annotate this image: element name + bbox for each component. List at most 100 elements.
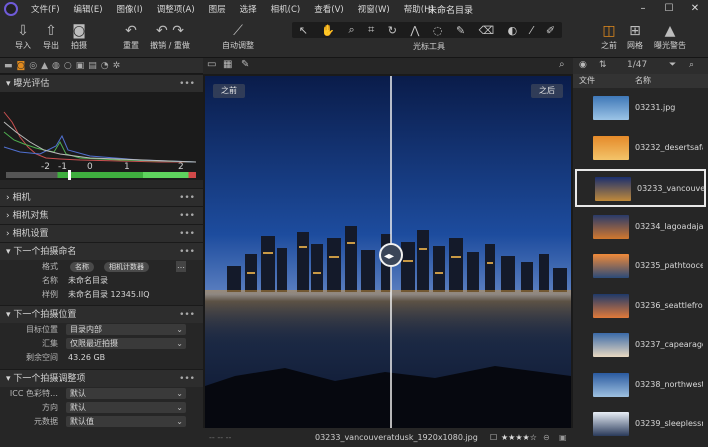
viewer-multi-icon[interactable]: ▦ [223,59,232,70]
thumbnail-item[interactable]: 03233_vancouver [575,169,706,207]
auto-adjust-button[interactable]: ⟋ 自动调整 [220,22,256,51]
thumbnail-item[interactable]: 03239_sleeplessn [575,406,706,444]
color-tab-icon[interactable]: ◍ [52,61,60,71]
more-icon[interactable]: ••• [179,75,195,93]
brush-tool-icon[interactable]: ✎ [456,24,465,37]
crop-tool-icon[interactable]: ⌗ [368,23,374,37]
naming-section-header[interactable]: ▾ 下一个拍摄命名 ••• [0,242,203,260]
menu-edit[interactable]: 编辑(E) [67,3,110,15]
thumbnail-item[interactable]: 03237_capearago [575,327,706,365]
capture-tab-icon[interactable]: ◙ [17,61,26,71]
more-icon[interactable]: ••• [179,370,195,388]
thumbnail-name: 03236_seattlefror [635,300,703,310]
more-icon[interactable]: ••• [179,207,195,225]
camera-settings-section-header[interactable]: › 相机设置 ••• [0,224,203,242]
menu-adjustments[interactable]: 调整项(A) [150,3,202,15]
browser-column-header: 文件 名称 [573,74,708,88]
details-tab-icon[interactable]: ○ [64,61,72,71]
menu-window[interactable]: 视窗(W) [351,3,397,15]
output-tab-icon[interactable]: ◔ [101,61,109,71]
viewer-pen-icon[interactable]: ✎ [241,59,249,70]
exposure-section-header[interactable]: ▾ 曝光评估 ••• [0,74,203,92]
grid-button[interactable]: ⊞ 网格 [618,22,652,51]
menu-layers[interactable]: 图层 [202,3,233,15]
gradient-tool-icon[interactable]: ◐ [508,24,518,37]
menu-camera[interactable]: 相机(C) [264,3,308,15]
orientation-select[interactable]: 默认 ⌄ [66,402,186,413]
filter-icon[interactable]: ⏷ [669,60,676,70]
thumbnail-item[interactable]: 03235_pathtooce [575,248,706,286]
camera-section-header[interactable]: › 相机 ••• [0,188,203,206]
minimize-icon[interactable]: – [630,0,656,18]
adjust-tab-icon[interactable]: ▣ [76,61,85,71]
format-edit-button[interactable]: … [176,261,186,272]
thumbnail-item[interactable]: 03232_desertsafa [575,130,706,168]
color-tag-icon[interactable]: ☐ [490,428,497,447]
adjust-section-header[interactable]: ▾ 下一个拍摄调整项 ••• [0,369,203,387]
more-icon[interactable]: ••• [179,189,195,207]
undo-redo-button[interactable]: ↶ ↷ 撤销 / 重做 [148,22,192,51]
zoom-tool-icon[interactable]: ⌕ [349,23,355,37]
counter-token-chip[interactable]: 相机计数器 [104,262,149,272]
lens-tab-icon[interactable]: ◎ [29,61,37,71]
capture-button[interactable]: ◙ 拍摄 [62,22,96,51]
menu-select[interactable]: 选择 [233,3,264,15]
metadata-tab-icon[interactable]: ▤ [88,61,97,71]
settings-tab-icon[interactable]: ✲ [113,61,121,71]
metadata-row: 元数据 默认值 ⌄ [0,415,203,429]
spot-tool-icon[interactable]: ◌ [433,24,443,37]
thumbnail-image [593,293,629,318]
viewer-search-icon[interactable]: ⌕ [559,59,565,70]
target-select[interactable]: 目录内部 ⌄ [66,324,186,335]
image-viewer[interactable]: ◂▸ 之前 之后 [205,76,571,428]
eraser-tool-icon[interactable]: ⌫ [479,24,495,37]
name-value-input[interactable]: 未命名目录 [68,274,108,288]
info-icon[interactable]: ▣ [559,428,567,447]
menu-image[interactable]: 图像(I) [110,3,150,15]
exposure-tab-icon[interactable]: ▲ [41,61,48,71]
thumbnail-image [593,254,629,278]
camera-focus-section-header[interactable]: › 相机对焦 ••• [0,206,203,224]
reject-icon[interactable]: ⊖ [543,428,550,447]
pointer-tool-icon[interactable]: ↖ [299,24,308,37]
grid-label: 网格 [627,41,643,50]
thumbnail-item[interactable]: 03234_lagoadaja [575,209,706,247]
eye-icon[interactable]: ◉ [579,60,587,70]
name-token-chip[interactable]: 名称 [70,262,94,272]
location-section-header[interactable]: ▾ 下一个拍摄位置 ••• [0,305,203,323]
picker-tool-icon[interactable]: ⁄ [531,24,533,37]
hand-tool-icon[interactable]: ✋ [321,24,335,37]
icc-select[interactable]: 默认 ⌄ [66,388,186,399]
orientation-row: 方向 默认 ⌄ [0,401,203,415]
menu-view[interactable]: 查看(V) [307,3,350,15]
rotate-tool-icon[interactable]: ↻ [388,24,397,37]
hist-tick: -1 [58,162,67,172]
thumbnail-item[interactable]: 03236_seattlefror [575,288,706,326]
col-file[interactable]: 文件 [579,74,595,88]
menu-file[interactable]: 文件(F) [24,3,67,15]
library-tab-icon[interactable]: ▬ [4,61,13,71]
exposure-warning-button[interactable]: ▲ 曝光警告 [650,22,690,51]
metadata-select[interactable]: 默认值 ⌄ [66,416,186,427]
viewer-single-icon[interactable]: ▭ [207,59,216,70]
close-icon[interactable]: ✕ [682,0,708,18]
orientation-value: 默认 [70,403,86,412]
browser-search-icon[interactable]: ⌕ [689,60,694,70]
rating-stars[interactable]: ★★★★☆ [501,428,537,447]
sort-icon[interactable]: ⇅ [599,60,607,70]
collection-select[interactable]: 仅限最近拍摄 ⌄ [66,338,186,349]
keystone-tool-icon[interactable]: ⋀ [410,24,419,37]
col-name[interactable]: 名称 [635,74,651,88]
reset-button[interactable]: ↶ 重置 [114,22,148,51]
thumbnail-image [593,372,629,397]
thumbnail-item[interactable]: 03231.jpg [575,90,706,128]
maximize-icon[interactable]: ☐ [656,0,682,18]
exposure-marker [68,170,71,180]
thumbnail-item[interactable]: 03238_northwest [575,367,706,405]
more-icon[interactable]: ••• [179,243,195,261]
space-value: 43.26 GB [68,353,106,362]
browser-panel: ◉ ⇅ 1/47 ⏷ ⌕ 文件 名称 03231.jpg 03232_desert… [573,58,708,447]
more-icon[interactable]: ••• [179,306,195,324]
annotation-tool-icon[interactable]: ✐ [546,24,555,37]
more-icon[interactable]: ••• [179,225,195,243]
